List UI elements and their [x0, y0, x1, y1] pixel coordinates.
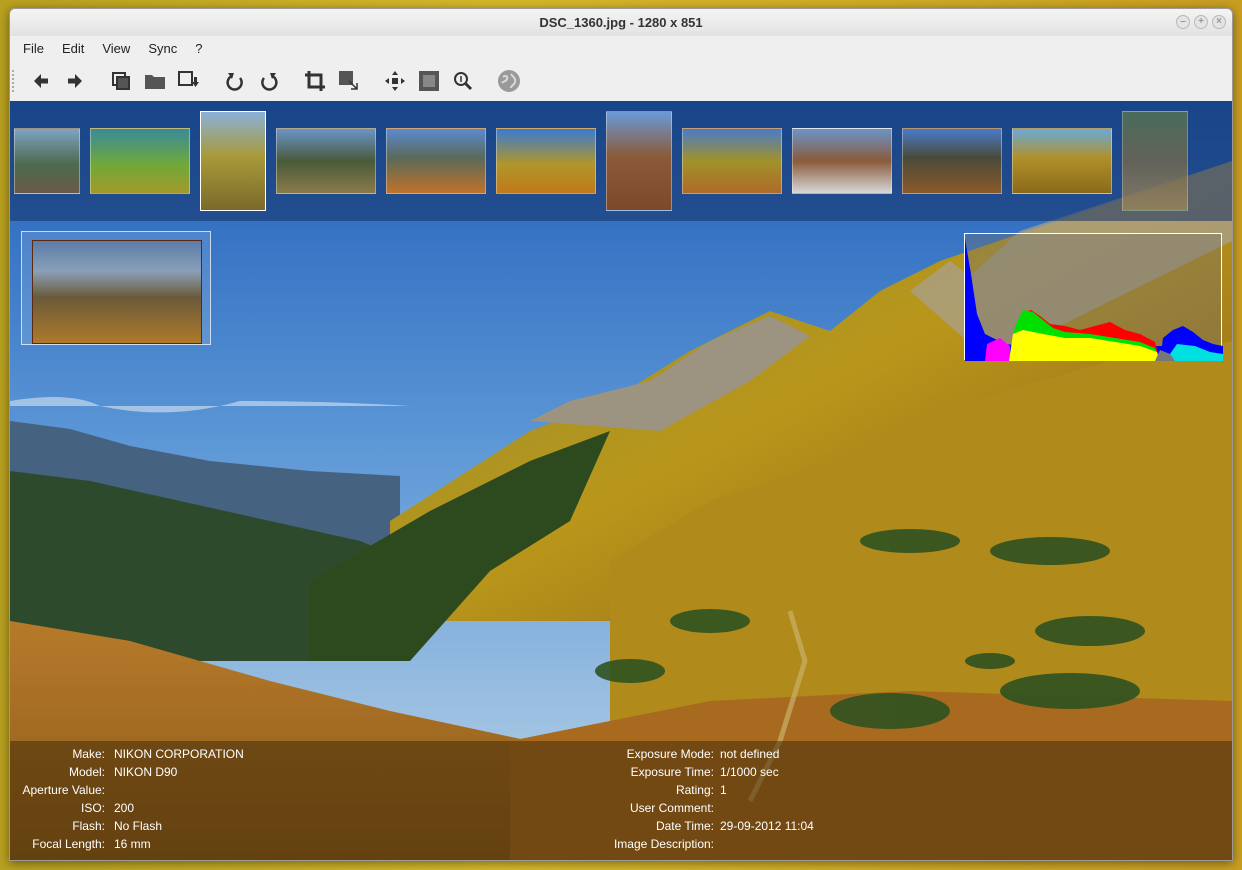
- histogram-plot: [965, 239, 1223, 361]
- copy-button[interactable]: [104, 64, 138, 98]
- window-title: DSC_1360.jpg - 1280 x 851: [539, 15, 703, 30]
- menu-bar: File Edit View Sync ?: [10, 37, 1232, 60]
- thumbnail[interactable]: [90, 128, 190, 194]
- thumbnail[interactable]: [1012, 128, 1112, 194]
- open-folder-button[interactable]: [138, 64, 172, 98]
- exif-rating-label: Rating:: [675, 783, 714, 797]
- geolocation-button[interactable]: [492, 64, 526, 98]
- arrow-right-icon: [68, 73, 82, 88]
- exif-exposure-time-value: 1/1000 sec: [720, 765, 779, 779]
- fullscreen-button[interactable]: [412, 64, 446, 98]
- exif-image-description-label: Image Description:: [613, 837, 714, 851]
- viewer-window: DSC_1360.jpg - 1280 x 851 – + × File Edi…: [9, 8, 1233, 861]
- rotate-right-icon: [261, 72, 278, 91]
- globe-icon: [498, 69, 520, 92]
- save-as-icon: [178, 70, 199, 87]
- exif-model-value: NIKON D90: [114, 765, 178, 779]
- thumbnail[interactable]: [386, 128, 486, 194]
- crop-button[interactable]: [298, 64, 332, 98]
- arrow-left-icon: [34, 73, 48, 88]
- exif-focal-length-label: Focal Length:: [32, 837, 105, 851]
- minimize-button[interactable]: –: [1176, 15, 1190, 29]
- exif-focal-length-value: 16 mm: [114, 837, 151, 851]
- exif-date-time-label: Date Time:: [655, 819, 714, 833]
- toolbar-grip[interactable]: [12, 69, 16, 92]
- previous-button[interactable]: [24, 64, 58, 98]
- thumbnail[interactable]: [1122, 111, 1188, 211]
- navigator-view-rectangle[interactable]: [32, 240, 202, 344]
- exif-make-label: Make:: [72, 747, 105, 761]
- image-viewport[interactable]: Make: NIKON CORPORATION Model: NIKON D90 A…: [10, 101, 1232, 860]
- thumbnail[interactable]: [792, 128, 892, 194]
- toolbar: [10, 60, 1232, 101]
- thumbnail[interactable]: [902, 128, 1002, 194]
- zoom-button[interactable]: [446, 64, 480, 98]
- exif-rating-value: 1: [720, 783, 727, 797]
- menu-file[interactable]: File: [14, 37, 53, 60]
- close-button[interactable]: ×: [1212, 15, 1226, 29]
- thumbnail-selected[interactable]: [200, 111, 266, 211]
- exif-exposure-mode-label: Exposure Mode:: [626, 747, 714, 761]
- thumbnail[interactable]: [14, 128, 80, 194]
- thumbnail[interactable]: [606, 111, 672, 211]
- exif-aperture-label: Aperture Value:: [22, 783, 106, 797]
- fullscreen-icon: [419, 70, 439, 91]
- exif-date-time-value: 29-09-2012 11:04: [720, 819, 814, 833]
- next-button[interactable]: [58, 64, 92, 98]
- fit-icon: [385, 70, 405, 91]
- menu-view[interactable]: View: [93, 37, 139, 60]
- crop-icon: [305, 70, 325, 91]
- rotate-left-button[interactable]: [218, 64, 252, 98]
- thumbnail[interactable]: [682, 128, 782, 194]
- thumbnail[interactable]: [496, 128, 596, 194]
- menu-edit[interactable]: Edit: [53, 37, 93, 60]
- exif-make-value: NIKON CORPORATION: [114, 747, 244, 761]
- exif-flash-label: Flash:: [72, 819, 105, 833]
- resize-icon: [339, 70, 358, 90]
- zoom-icon: [454, 71, 473, 90]
- exif-info-panel: Make: NIKON CORPORATION Model: NIKON D90 A…: [10, 741, 1232, 860]
- window-controls: – + ×: [1176, 15, 1226, 29]
- histogram-overlay: [964, 233, 1223, 361]
- thumbnail-filmstrip: [10, 101, 1232, 221]
- menu-sync[interactable]: Sync: [139, 37, 186, 60]
- maximize-button[interactable]: +: [1194, 15, 1208, 29]
- exif-exposure-time-label: Exposure Time:: [630, 765, 714, 779]
- exif-iso-label: ISO:: [80, 801, 105, 815]
- rotate-right-button[interactable]: [252, 64, 286, 98]
- save-as-button[interactable]: [172, 64, 206, 98]
- navigator-overview[interactable]: [21, 231, 211, 345]
- resize-button[interactable]: [332, 64, 366, 98]
- exif-user-comment-label: User Comment:: [629, 801, 714, 815]
- title-bar[interactable]: DSC_1360.jpg - 1280 x 851 – + ×: [10, 9, 1232, 36]
- copy-icon: [112, 71, 130, 90]
- exif-iso-value: 200: [114, 801, 135, 815]
- fit-to-window-button[interactable]: [378, 64, 412, 98]
- folder-icon: [145, 74, 165, 89]
- rotate-left-icon: [226, 72, 243, 91]
- exif-model-label: Model:: [68, 765, 105, 779]
- menu-help[interactable]: ?: [186, 37, 211, 60]
- exif-flash-value: No Flash: [114, 819, 163, 833]
- thumbnail[interactable]: [276, 128, 376, 194]
- exif-exposure-mode-value: not defined: [720, 747, 780, 761]
